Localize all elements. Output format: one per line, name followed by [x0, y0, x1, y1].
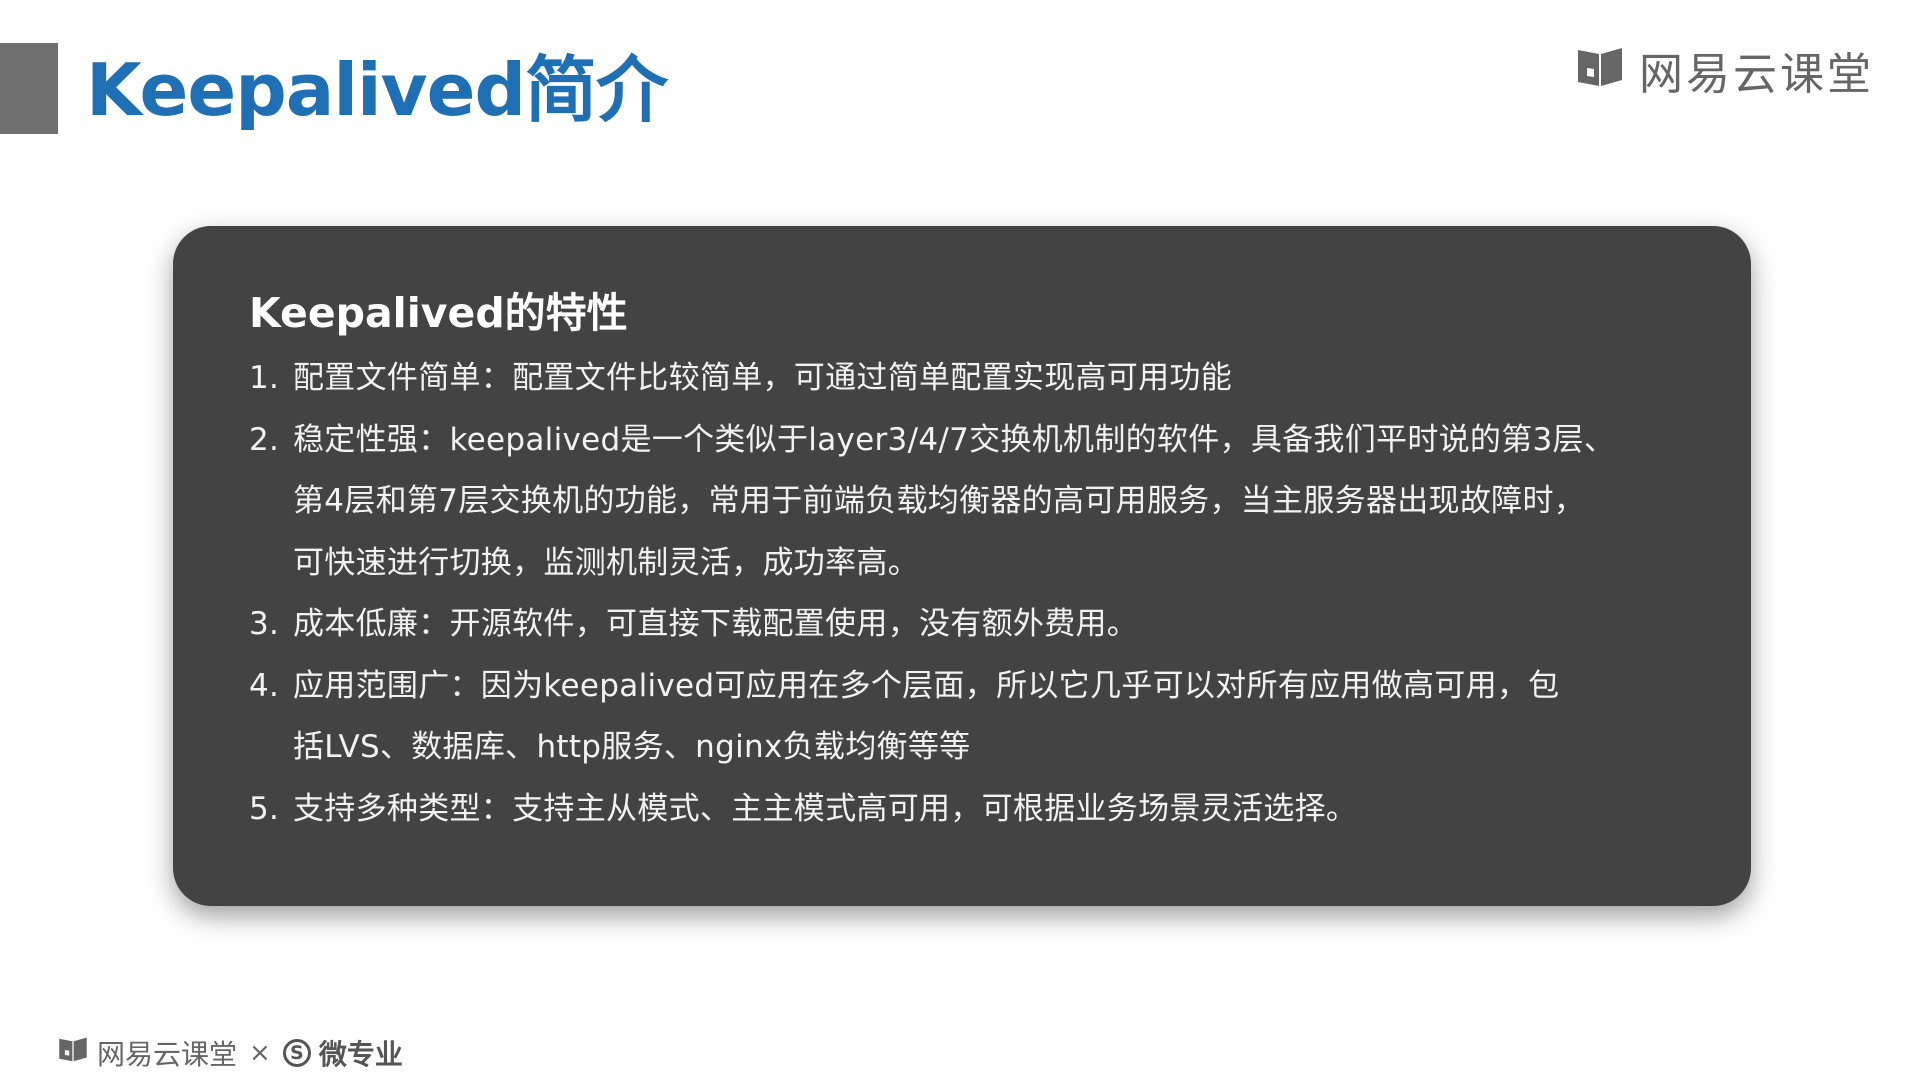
item-line: 成本低廉：开源软件，可直接下载配置使用，没有额外费用。 — [293, 606, 1139, 642]
footer-separator: × — [249, 1038, 271, 1068]
item-number: 2. — [249, 421, 280, 458]
item-number: 1. — [249, 360, 280, 396]
title-accent-bar — [0, 43, 58, 134]
list-item: 3. 成本低廉：开源软件，可直接下载配置使用，没有额外费用。 — [249, 594, 1691, 656]
book-icon — [1575, 44, 1625, 96]
list-item: 5. 支持多种类型：支持主从模式、主主模式高可用，可根据业务场景灵活选择。 — [249, 779, 1691, 841]
item-number: 5. — [249, 790, 280, 827]
list-item: 4. 应用范围广：因为keepalived可应用在多个层面，所以它几乎可以对所有… — [249, 656, 1691, 779]
item-line: 应用范围广：因为keepalived可应用在多个层面，所以它几乎可以对所有应用做… — [293, 667, 1560, 704]
item-line: 配置文件简单：配置文件比较简单，可通过简单配置实现高可用功能 — [293, 360, 1232, 396]
feature-list: 1. 配置文件简单：配置文件比较简单，可通过简单配置实现高可用功能 2. 稳定性… — [249, 348, 1691, 840]
item-line: 支持多种类型：支持主从模式、主主模式高可用，可根据业务场景灵活选择。 — [293, 790, 1358, 827]
item-number: 3. — [249, 606, 280, 642]
item-line: 可快速进行切换，监测机制灵活，成功率高。 — [293, 544, 919, 581]
footer-partner-name: 微专业 — [318, 1038, 403, 1071]
book-icon — [57, 1035, 89, 1072]
item-line: 括LVS、数据库、http服务、nginx负载均衡等等 — [293, 729, 971, 765]
page-title: Keepalived简介 — [86, 48, 668, 132]
item-line: 稳定性强：keepalived是一个类似于layer3/4/7交换机机制的软件，… — [293, 421, 1616, 458]
item-number: 4. — [249, 667, 280, 704]
card-heading: Keepalived的特性 — [249, 289, 628, 337]
list-item: 1. 配置文件简单：配置文件比较简单，可通过简单配置实现高可用功能 — [249, 348, 1691, 410]
item-line: 第4层和第7层交换机的功能，常用于前端负载均衡器的高可用服务，当主服务器出现故障… — [293, 483, 1586, 519]
circled-s-icon: S — [282, 1039, 311, 1067]
footer-brand-name: 网易云课堂 — [97, 1038, 238, 1071]
brand-name: 网易云课堂 — [1639, 49, 1874, 100]
features-card: Keepalived的特性 1. 配置文件简单：配置文件比较简单，可通过简单配置… — [173, 226, 1751, 906]
footer-brand: 网易云课堂 × S 微专业 — [57, 1035, 403, 1072]
list-item: 2. 稳定性强：keepalived是一个类似于layer3/4/7交换机机制的… — [249, 410, 1691, 595]
brand-logo: 网易云课堂 — [1575, 44, 1874, 100]
